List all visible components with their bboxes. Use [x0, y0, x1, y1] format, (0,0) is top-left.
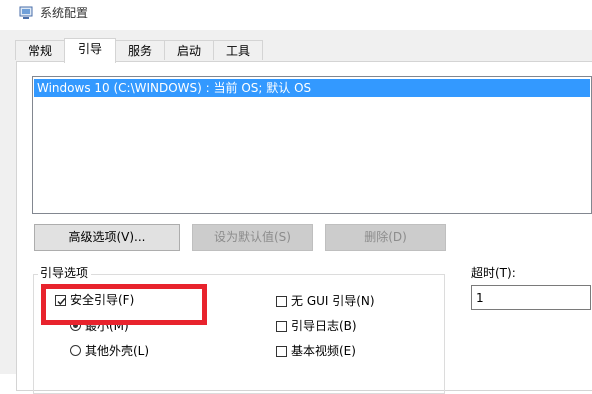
tab-general[interactable]: 常规	[15, 40, 65, 60]
timeout-input[interactable]	[471, 285, 591, 310]
os-list-item-selected[interactable]: Windows 10 (C:\WINDOWS) : 当前 OS; 默认 OS	[34, 79, 590, 97]
window-title: 系统配置	[40, 6, 89, 20]
minimal-radio[interactable]	[70, 320, 81, 331]
delete-button[interactable]: 删除(D)	[325, 224, 446, 251]
boot-log-checkbox[interactable]	[276, 321, 287, 332]
boot-options-legend: 引导选项	[38, 266, 92, 280]
dialog-client-area: 常规 引导 服务 启动 工具 Windows 10 (C:\WINDOWS) :…	[0, 30, 592, 394]
minimal-label: 最小(M)	[85, 319, 129, 333]
no-gui-boot-label: 无 GUI 引导(N)	[291, 294, 375, 308]
tab-startup[interactable]: 启动	[164, 40, 214, 60]
checkmark-icon	[57, 298, 66, 306]
advanced-options-button[interactable]: 高级选项(V)...	[34, 224, 180, 251]
set-default-button[interactable]: 设为默认值(S)	[192, 224, 313, 251]
tab-boot[interactable]: 引导	[64, 38, 116, 63]
safe-boot-checkbox[interactable]	[55, 295, 66, 306]
title-bar: 系统配置	[0, 0, 592, 30]
timeout-label: 超时(T):	[471, 266, 516, 280]
alternate-shell-radio[interactable]	[70, 345, 81, 356]
base-video-checkbox[interactable]	[276, 346, 287, 357]
tab-services[interactable]: 服务	[115, 40, 165, 60]
radio-selected-dot	[73, 323, 78, 328]
tab-tools[interactable]: 工具	[213, 40, 263, 60]
alternate-shell-label: 其他外壳(L)	[85, 344, 150, 358]
os-list[interactable]: Windows 10 (C:\WINDOWS) : 当前 OS; 默认 OS	[32, 76, 592, 214]
no-gui-boot-checkbox[interactable]	[276, 296, 287, 307]
system-config-icon	[19, 6, 33, 20]
boot-log-label: 引导日志(B)	[291, 319, 357, 333]
safe-boot-label: 安全引导(F)	[70, 293, 135, 307]
base-video-label: 基本视频(E)	[291, 344, 356, 358]
boot-options-group	[33, 274, 445, 394]
